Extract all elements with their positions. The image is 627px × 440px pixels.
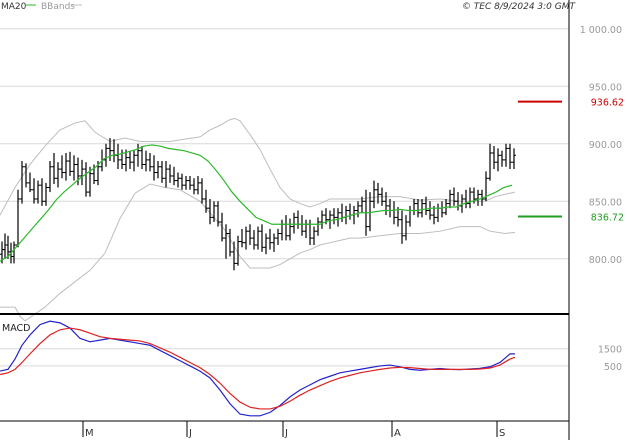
price-y-tick-label: 850.00	[589, 197, 622, 208]
copyright-text: © TEC 8/9/2024 3:0 GMT	[462, 2, 577, 12]
price-y-tick-label: 800.00	[589, 255, 622, 266]
price-y-tick-label: 950.00	[589, 82, 622, 93]
price-y-tick-label: 1 000.00	[580, 25, 622, 36]
legend-ma20-label: MA20	[1, 2, 27, 12]
x-tick-label: A	[394, 428, 401, 439]
stock-chart: 1 000.00 950.00 900.00 850.00 800.00 1500 500…	[0, 0, 627, 440]
macd-y-tick-label: 500	[604, 362, 622, 373]
support-level-label: 836.72	[591, 213, 624, 224]
legend-bbands-label: BBands	[41, 2, 75, 12]
chart-background	[0, 0, 627, 440]
x-tick-label: J	[188, 428, 192, 439]
macd-y-tick-label: 1500	[598, 345, 622, 356]
resistance-level-label: 936.62	[591, 98, 624, 109]
x-tick-label: S	[499, 428, 505, 439]
macd-title: MACD	[2, 323, 30, 334]
x-tick-label: M	[85, 428, 94, 439]
x-tick-label: J	[284, 428, 288, 439]
price-y-tick-label: 900.00	[589, 140, 622, 151]
